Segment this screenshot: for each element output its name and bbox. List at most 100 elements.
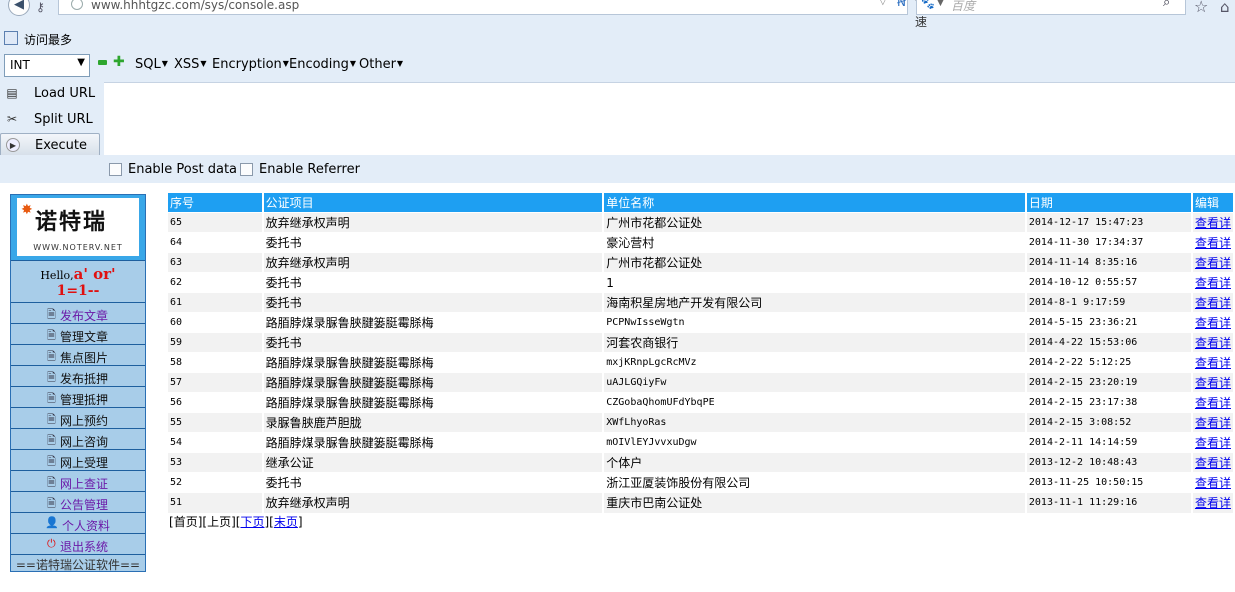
first-page[interactable]: 首页: [174, 515, 198, 529]
cell-unit: 重庆市巴南公证处: [603, 492, 1027, 513]
user-greeting: Hello,a' or' 1=1--: [11, 260, 145, 302]
cell-unit: 广州市花都公证处: [603, 212, 1027, 233]
document-icon: 🗎: [47, 329, 56, 342]
key-icon: ⚷: [36, 0, 45, 14]
table-row: 65 放弃继承权声明 广州市花都公证处 2014-12-17 15:47:23 查看详: [168, 212, 1235, 233]
referrer-label[interactable]: Enable Referrer: [259, 162, 360, 177]
execute-button[interactable]: ▶ Execute: [0, 133, 100, 157]
load-url-icon: ▤: [6, 86, 18, 100]
cell-unit: uAJLGQiyFw: [603, 372, 1027, 393]
table-row: 58 路脜脖煤录脲鲁脥腱篓脡霉脎梅 mxjKRnpLgcRcMVz 2014-2-22…: [168, 352, 1235, 373]
table-row: 62 委托书 1 2014-10-12 0:55:57 查看详: [168, 272, 1235, 293]
view-details-link[interactable]: 查看详: [1195, 276, 1231, 290]
document-icon: 🗎: [47, 434, 56, 447]
menu-item-focus-images[interactable]: 🗎 焦点图片: [11, 344, 145, 365]
menu-item-online-accept[interactable]: 🗎 网上受理: [11, 449, 145, 470]
cell-edit: 查看详: [1191, 232, 1235, 253]
split-url-button[interactable]: ✂ Split URL: [0, 108, 100, 132]
view-details-link[interactable]: 查看详: [1195, 456, 1231, 470]
cell-item: 继承公证: [262, 452, 605, 473]
view-details-link[interactable]: 查看详: [1195, 256, 1231, 270]
menu-item-online-consult[interactable]: 🗎 网上咨询: [11, 428, 145, 449]
last-page-link[interactable]: 末页: [274, 515, 298, 529]
menu-item-profile[interactable]: 👤 个人资料: [11, 512, 145, 533]
view-details-link[interactable]: 查看详: [1195, 496, 1231, 510]
menu-item-logout[interactable]: ⏻ 退出系统: [11, 533, 145, 554]
cell-date: 2014-4-22 15:53:06: [1025, 332, 1193, 353]
load-url-button[interactable]: ▤ Load URL: [0, 82, 100, 106]
view-details-link[interactable]: 查看详: [1195, 376, 1231, 390]
cell-date: 2014-2-15 23:17:38: [1025, 392, 1193, 413]
paw-icon[interactable]: 🐾: [921, 0, 935, 10]
view-details-link[interactable]: 查看详: [1195, 436, 1231, 450]
cell-id: 54: [168, 432, 264, 453]
search-engine-dropdown-icon[interactable]: ▼: [937, 0, 944, 8]
globe-icon: [71, 0, 83, 10]
menu-encryption[interactable]: Encryption▼: [212, 57, 289, 72]
menu-item-label: 退出系统: [60, 540, 109, 554]
view-details-link[interactable]: 查看详: [1195, 396, 1231, 410]
decrease-button[interactable]: [98, 60, 107, 65]
navigation-bar: ◀ ⚷ www.hhhtgzc.com/sys/console.asp ▽ Ꞥ …: [0, 0, 1235, 29]
url-text[interactable]: www.hhhtgzc.com/sys/console.asp: [91, 0, 299, 12]
speed-mode-icon[interactable]: Ꞥ: [897, 0, 906, 9]
view-details-link[interactable]: 查看详: [1195, 316, 1231, 330]
greeting-prefix: Hello,: [40, 269, 74, 282]
back-button[interactable]: ◀: [8, 0, 30, 16]
menu-encryption-label: Encryption: [212, 57, 282, 72]
bookmark-folder-icon: [4, 31, 18, 45]
bookmark-star-icon[interactable]: ☆: [1194, 0, 1208, 16]
view-details-link[interactable]: 查看详: [1195, 416, 1231, 430]
post-data-label[interactable]: Enable Post data: [128, 162, 237, 177]
menu-item-label: 网上预约: [60, 414, 109, 428]
menu-encoding[interactable]: Encoding▼: [289, 57, 356, 72]
prev-page[interactable]: 上页: [207, 515, 231, 529]
search-input[interactable]: 百度: [951, 0, 975, 14]
execute-label: Execute: [35, 138, 87, 153]
post-data-checkbox[interactable]: [109, 163, 122, 176]
view-details-link[interactable]: 查看详: [1195, 216, 1231, 230]
greeting-username-2: 1=1--: [56, 283, 100, 299]
menu-item-announcements[interactable]: 🗎 公告管理: [11, 491, 145, 512]
table-row: 61 委托书 海南积星房地产开发有限公司 2014-8-1 9:17:59 查看详: [168, 292, 1235, 313]
document-icon: 🗎: [47, 350, 56, 363]
view-details-link[interactable]: 查看详: [1195, 336, 1231, 350]
cell-unit: 广州市花都公证处: [603, 252, 1027, 273]
menu-item-manage-mortgage[interactable]: 🗎 管理抵押: [11, 386, 145, 407]
type-select[interactable]: INT ▼: [4, 54, 90, 77]
cell-date: 2014-11-30 17:34:37: [1025, 232, 1193, 253]
cell-item: 路脜脖煤录脲鲁脥腱篓脡霉脎梅: [262, 392, 605, 413]
menu-item-publish-mortgage[interactable]: 🗎 发布抵押: [11, 365, 145, 386]
menu-item-label: 公告管理: [60, 498, 109, 512]
cell-edit: 查看详: [1191, 472, 1235, 493]
menu-item-online-verify[interactable]: 🗎 网上查证: [11, 470, 145, 491]
cell-item: 路脜脖煤录脲鲁脥腱篓脡霉脎梅: [262, 312, 605, 333]
menu-sql[interactable]: SQL▼: [135, 57, 168, 72]
cell-id: 60: [168, 312, 264, 333]
menu-item-publish-article[interactable]: 🗎 发布文章: [11, 302, 145, 323]
cell-item: 放弃继承权声明: [262, 492, 605, 513]
cell-edit: 查看详: [1191, 312, 1235, 333]
url-dropdown-icon[interactable]: ▽: [879, 0, 887, 7]
menu-item-manage-article[interactable]: 🗎 管理文章: [11, 323, 145, 344]
cell-unit: 海南积星房地产开发有限公司: [603, 292, 1027, 313]
home-icon[interactable]: ⌂: [1220, 0, 1230, 16]
view-details-link[interactable]: 查看详: [1195, 356, 1231, 370]
view-details-link[interactable]: 查看详: [1195, 236, 1231, 250]
menu-item-online-booking[interactable]: 🗎 网上预约: [11, 407, 145, 428]
view-details-link[interactable]: 查看详: [1195, 296, 1231, 310]
next-page-link[interactable]: 下页: [240, 515, 264, 529]
view-details-link[interactable]: 查看详: [1195, 476, 1231, 490]
browser-chrome: ◀ ⚷ www.hhhtgzc.com/sys/console.asp ▽ Ꞥ …: [0, 0, 1235, 157]
search-icon[interactable]: ⌕: [1163, 0, 1170, 10]
address-bar[interactable]: www.hhhtgzc.com/sys/console.asp ▽ Ꞥ 高速 ↻: [58, 0, 960, 29]
menu-xss[interactable]: XSS▼: [174, 57, 207, 72]
increase-button[interactable]: ✚: [113, 54, 125, 70]
referrer-checkbox[interactable]: [240, 163, 253, 176]
hackbar-url-textarea[interactable]: [104, 82, 1235, 155]
search-box[interactable]: 🐾 ▼ 百度 ⌕: [916, 0, 1186, 15]
bookmark-most-visited[interactable]: 访问最多: [24, 31, 72, 48]
menu-other[interactable]: Other▼: [359, 57, 403, 72]
cell-edit: 查看详: [1191, 332, 1235, 353]
column-header: 公证项目: [262, 193, 605, 213]
